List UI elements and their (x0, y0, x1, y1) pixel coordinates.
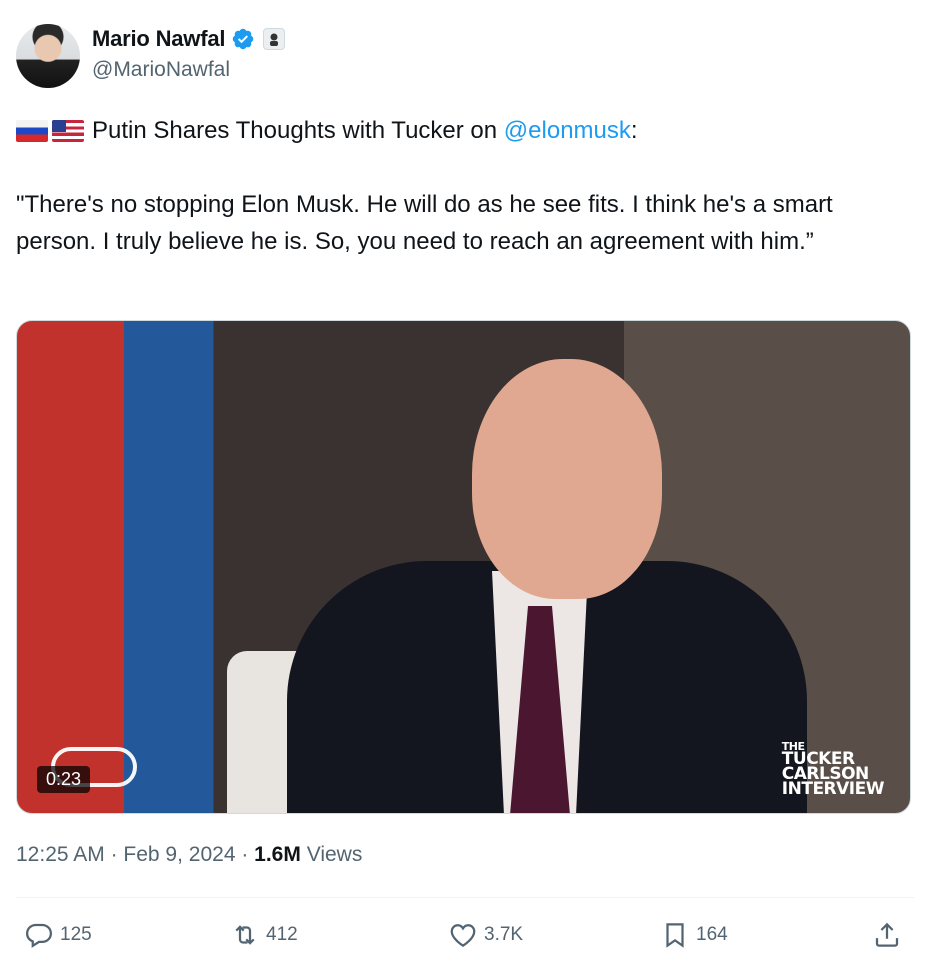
reply-icon (25, 923, 53, 948)
like-button[interactable]: 3.7K (448, 920, 523, 950)
affiliation-badge-icon[interactable] (263, 28, 286, 50)
meta-separator: · (104, 843, 124, 866)
share-icon (875, 922, 899, 947)
share-button[interactable] (872, 920, 902, 950)
user-handle[interactable]: @MarioNawfal (92, 58, 230, 82)
mention-link[interactable]: @elonmusk (504, 112, 631, 149)
russia-flag-icon (16, 119, 48, 142)
tweet-header: Mario Nawfal @MarioNawfal (16, 24, 914, 88)
retweet-button[interactable]: 412 (230, 920, 298, 950)
views-count: 1.6M (254, 843, 301, 866)
avatar[interactable] (16, 24, 80, 88)
heart-icon (450, 924, 476, 947)
tweet-time[interactable]: 12:25 AM (16, 843, 105, 866)
bookmark-icon (666, 923, 684, 948)
tweet-date[interactable]: Feb 9, 2024 (123, 843, 235, 866)
video-duration: 0:23 (37, 766, 91, 793)
tweet-meta: 12:25 AM · Feb 9, 2024 · 1.6M Views (16, 843, 362, 867)
headline-suffix: : (630, 117, 638, 144)
retweet-count: 412 (266, 924, 298, 945)
video-player[interactable]: 0:23 THE TUCKER CARLSON INTERVIEW (16, 320, 911, 814)
views-label: Views (300, 843, 363, 866)
video-frame-head (472, 359, 662, 599)
bookmark-button[interactable]: 164 (660, 920, 728, 950)
reply-count: 125 (60, 924, 92, 945)
watermark-line: INTERVIEW (781, 779, 885, 799)
verified-badge-icon[interactable] (231, 27, 255, 51)
headline-text: Putin Shares Thoughts with Tucker on (92, 117, 498, 144)
show-watermark: THE TUCKER CARLSON INTERVIEW (781, 741, 885, 799)
reply-button[interactable]: 125 (24, 920, 92, 950)
headline: Putin Shares Thoughts with Tucker on @el… (16, 112, 914, 149)
like-count: 3.7K (484, 924, 524, 945)
retweet-icon (235, 925, 255, 945)
action-bar: 125 412 3.7K 164 (16, 912, 914, 958)
display-name[interactable]: Mario Nawfal (92, 26, 225, 52)
name-row: Mario Nawfal (92, 26, 286, 52)
quote-text: "There's no stopping Elon Musk. He will … (16, 191, 833, 255)
meta-separator: · (235, 843, 255, 866)
tweet-text: Putin Shares Thoughts with Tucker on @el… (16, 112, 914, 260)
divider (16, 897, 914, 898)
usa-flag-icon (52, 119, 84, 142)
bookmark-count: 164 (696, 924, 728, 945)
